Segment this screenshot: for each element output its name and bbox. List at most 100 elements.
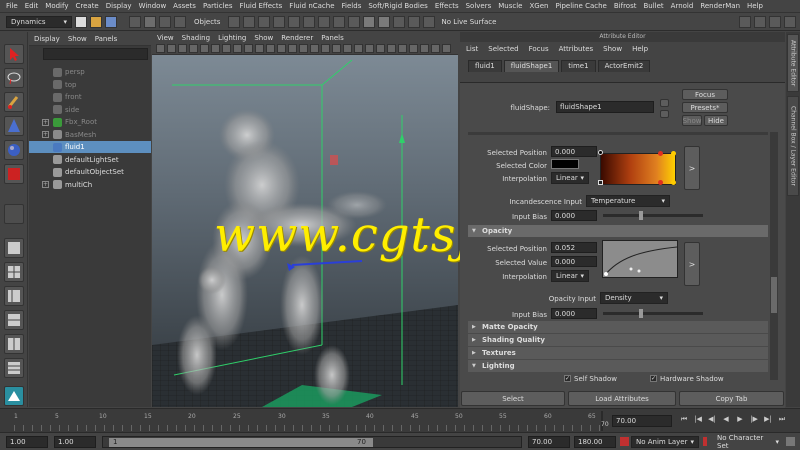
op-interpolation-dropdown[interactable]: Linear ▾	[551, 270, 589, 282]
xray-icon[interactable]	[398, 44, 407, 53]
film-gate-icon[interactable]	[211, 44, 220, 53]
live-surface-icon[interactable]	[423, 15, 436, 28]
start-time-field[interactable]: 1.00	[6, 436, 48, 448]
field-chart-icon[interactable]	[244, 44, 253, 53]
step-back-frame-icon[interactable]: ◀|	[706, 413, 718, 425]
objects-filter-icon[interactable]	[174, 15, 186, 28]
menu-particles[interactable]: Particles	[203, 2, 233, 10]
camera-attr-icon[interactable]	[167, 44, 176, 53]
menu-assets[interactable]: Assets	[173, 2, 196, 10]
outliner-menu-show[interactable]: Show	[68, 35, 87, 43]
playback-end-field[interactable]: 70.00	[528, 436, 570, 448]
load-attributes-button[interactable]: Load Attributes	[568, 391, 676, 406]
channel-box-icon[interactable]	[769, 15, 781, 28]
expand-icon[interactable]: +	[42, 131, 49, 138]
layout-side-icon[interactable]	[4, 286, 24, 306]
history-icon[interactable]	[303, 15, 316, 28]
open-scene-icon[interactable]	[90, 15, 102, 28]
motion-blur-icon[interactable]	[354, 44, 363, 53]
copy-tab-button[interactable]: Copy Tab	[679, 391, 784, 406]
last-tool-icon[interactable]	[4, 204, 24, 224]
tab-fluid1[interactable]: fluid1	[468, 60, 502, 72]
inc-interpolation-dropdown[interactable]: Linear ▾	[551, 172, 589, 184]
outliner-item[interactable]: fluid1	[29, 141, 151, 153]
select-button[interactable]: Select	[461, 391, 565, 406]
self-shadow-checkbox[interactable]: ✓	[564, 375, 571, 382]
expand-icon[interactable]: +	[42, 181, 49, 188]
outliner-item[interactable]: + BasMesh	[29, 129, 151, 141]
hardware-shadow-checkbox[interactable]: ✓	[650, 375, 657, 382]
outliner-item[interactable]: + multiCh	[29, 179, 151, 191]
op-bias-field[interactable]: 0.000	[551, 308, 597, 319]
tab-actoremit2[interactable]: ActorEmit2	[597, 60, 651, 72]
viewport-menu-panels[interactable]: Panels	[321, 34, 344, 42]
menu-edit[interactable]: Edit	[25, 2, 39, 10]
step-forward-key-icon[interactable]: ▶|	[762, 413, 774, 425]
tab-fluidshape1[interactable]: fluidShape1	[503, 60, 560, 72]
section-opacity[interactable]: Opacity	[468, 225, 768, 237]
menu-bifrost[interactable]: Bifrost	[614, 2, 637, 10]
select-hierarchy-icon[interactable]	[129, 15, 141, 28]
anim-layer-dropdown[interactable]: No Anim Layer ▾	[631, 436, 699, 448]
shadows-icon[interactable]	[332, 44, 341, 53]
inc-bias-field[interactable]: 0.000	[551, 210, 597, 221]
ae-menu-help[interactable]: Help	[632, 45, 648, 53]
save-scene-icon[interactable]	[105, 15, 117, 28]
viewport-menu-view[interactable]: View	[157, 34, 174, 42]
lights-icon[interactable]	[321, 44, 330, 53]
step-back-key-icon[interactable]: |◀	[692, 413, 704, 425]
scale-tool-icon[interactable]	[4, 164, 24, 184]
ramp-handle-icon[interactable]	[598, 150, 603, 155]
menu-fluid-effects[interactable]: Fluid Effects	[239, 2, 282, 10]
outliner-item[interactable]: front	[29, 91, 151, 103]
menu-bullet[interactable]: Bullet	[643, 2, 663, 10]
menu-pipeline-cache[interactable]: Pipeline Cache	[555, 2, 606, 10]
expand-icon[interactable]: +	[42, 118, 49, 126]
character-set-dropdown[interactable]: No Character Set ▾	[707, 434, 783, 450]
outliner-item[interactable]: persp	[29, 66, 151, 78]
wireframe-on-shaded-icon[interactable]	[299, 44, 308, 53]
snap-surface-icon[interactable]	[288, 15, 301, 28]
presets-button[interactable]: Presets*	[682, 102, 728, 113]
range-slider-handle[interactable]	[109, 438, 373, 447]
sidebar-toggle-icon[interactable]	[754, 15, 766, 28]
mode-dropdown[interactable]: Dynamics ▾	[6, 15, 72, 28]
ae-menu-list[interactable]: List	[466, 45, 478, 53]
outliner-item[interactable]: + Fbx_Root	[29, 116, 151, 128]
ipr-render-icon[interactable]	[378, 15, 391, 28]
op-bias-slider[interactable]	[603, 309, 703, 318]
range-slider[interactable]: 1 70	[102, 436, 522, 448]
ae-menu-focus[interactable]: Focus	[529, 45, 549, 53]
viewport-menu-renderer[interactable]: Renderer	[281, 34, 313, 42]
menu-window[interactable]: Window	[139, 2, 167, 10]
menu-soft-rigid-bodies[interactable]: Soft/Rigid Bodies	[368, 2, 427, 10]
safe-action-icon[interactable]	[255, 44, 264, 53]
menu-help[interactable]: Help	[747, 2, 763, 10]
render-settings-icon[interactable]	[393, 15, 406, 28]
viewport-menu-show[interactable]: Show	[254, 34, 273, 42]
go-to-output-icon[interactable]	[660, 110, 669, 118]
play-backward-icon[interactable]: ◀	[720, 413, 732, 425]
auto-key-icon[interactable]	[786, 437, 795, 446]
rotate-tool-icon[interactable]	[4, 140, 24, 160]
viewport-menu-lighting[interactable]: Lighting	[218, 34, 246, 42]
menu-display[interactable]: Display	[106, 2, 132, 10]
layout-persp-graph-icon[interactable]	[4, 358, 24, 378]
safe-title-icon[interactable]	[266, 44, 275, 53]
shape-name-field[interactable]: fluidShape1	[556, 101, 654, 113]
outliner-item[interactable]: side	[29, 104, 151, 116]
op-input-dropdown[interactable]: Density ▾	[600, 292, 668, 304]
playback-start-field[interactable]: 1.00	[54, 436, 96, 448]
menu-solvers[interactable]: Solvers	[466, 2, 492, 10]
menu-modify[interactable]: Modify	[45, 2, 68, 10]
snap-curve-icon[interactable]	[243, 15, 256, 28]
tab-attribute-editor-vertical[interactable]: Attribute Editor	[787, 34, 799, 92]
exposure-icon[interactable]	[431, 44, 440, 53]
tab-channel-box-vertical[interactable]: Channel Box / Layer Editor	[787, 96, 799, 196]
hypershade-icon[interactable]	[408, 15, 421, 28]
go-to-end-icon[interactable]: ⏭	[776, 413, 788, 425]
snap-point-icon[interactable]	[258, 15, 271, 28]
inc-selected-position-field[interactable]: 0.000	[551, 146, 597, 157]
show-button[interactable]: Show	[682, 115, 702, 126]
input-ops-icon[interactable]	[318, 15, 331, 28]
